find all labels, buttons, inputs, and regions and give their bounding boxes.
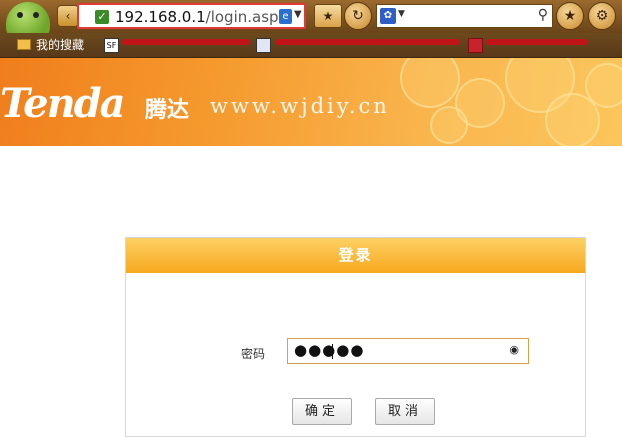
ie-compat-icon[interactable]: e (279, 9, 292, 24)
bookmark-folder[interactable]: 我的搜藏 (17, 37, 84, 53)
chevron-down-icon[interactable]: ▼ (294, 9, 302, 20)
redaction-mark (122, 39, 250, 45)
sf-favicon-icon[interactable]: SF (104, 38, 119, 53)
page-favicon-icon[interactable] (256, 38, 271, 53)
header-banner: Tenda 腾达 www.wjdiy.cn (0, 58, 622, 146)
browser-logo-icon (0, 0, 54, 33)
search-icon[interactable]: ⚲ (538, 7, 548, 23)
page-favicon-icon[interactable] (468, 38, 483, 53)
cancel-button[interactable]: 取消 (375, 398, 435, 425)
login-panel: 登录 密码 ●●●●● ◉ 确定 取消 (125, 237, 586, 437)
show-password-eye-icon[interactable]: ◉ (509, 343, 519, 356)
search-box[interactable]: ✿ ▼ ⚲ (376, 4, 553, 28)
bookmarks-bar: 我的搜藏 SF (0, 33, 622, 58)
tools-icon[interactable]: ⚙ (588, 2, 616, 30)
password-input[interactable]: ●●●●● ◉ (287, 338, 529, 364)
redaction-mark (275, 39, 460, 45)
address-bar[interactable]: ✓ 192.168.0.1/login.asp e ▼ (77, 3, 306, 29)
password-label: 密码 (241, 347, 266, 361)
text-caret (332, 344, 333, 359)
password-mask: ●●●●● (294, 341, 365, 359)
refresh-icon[interactable]: ↻ (344, 2, 372, 30)
folder-icon (17, 39, 31, 50)
back-arrow-icon[interactable]: ‹ (57, 5, 79, 27)
tenda-logo: Tenda (0, 80, 126, 127)
browser-toolbar: ‹ ✓ 192.168.0.1/login.asp e ▼ ★ ↻ ✿ ▼ ⚲ … (0, 0, 622, 33)
paw-icon[interactable]: ✿ (380, 8, 396, 24)
redaction-mark (486, 39, 588, 45)
secure-check-icon: ✓ (95, 10, 109, 24)
tenda-logo-cn: 腾达 (145, 98, 190, 123)
login-title: 登录 (126, 238, 585, 273)
address-url[interactable]: 192.168.0.1/login.asp (115, 8, 279, 26)
favorite-star-icon[interactable]: ★ (314, 4, 342, 28)
chevron-down-icon[interactable]: ▼ (398, 9, 405, 19)
confirm-button[interactable]: 确定 (292, 398, 352, 425)
watermark-text: www.wjdiy.cn (210, 94, 390, 118)
favorites-icon[interactable]: ★ (556, 2, 584, 30)
